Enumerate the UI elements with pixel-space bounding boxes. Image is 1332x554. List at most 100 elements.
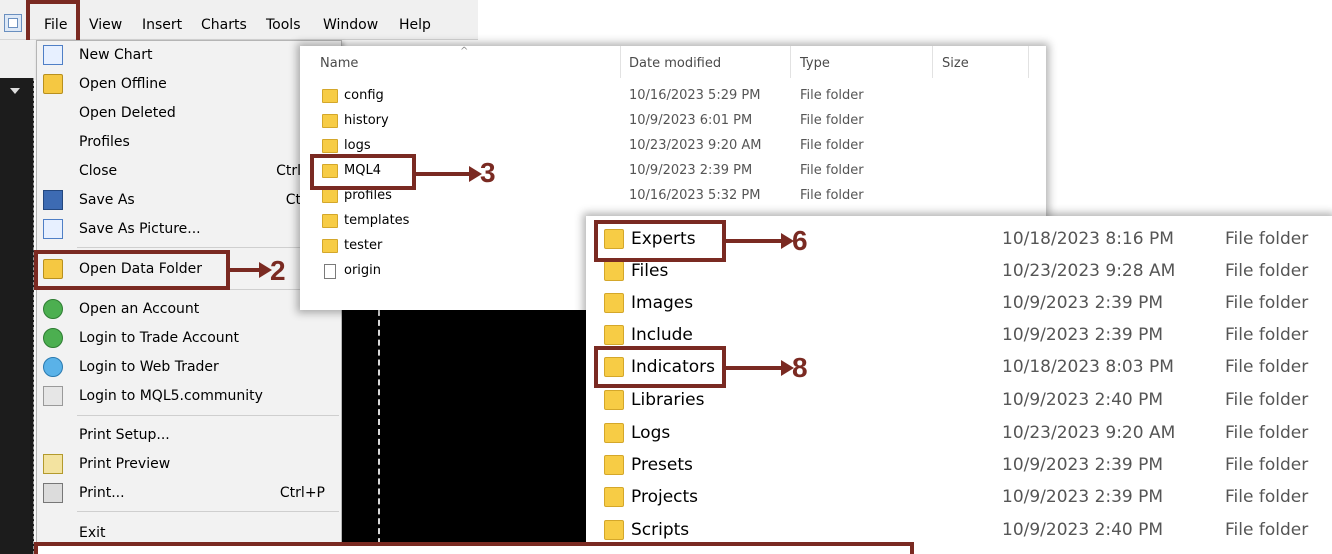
folder-icon — [604, 261, 624, 281]
file-date: 10/23/2023 9:20 AM — [1002, 423, 1176, 443]
menu-item-print-preview[interactable]: Print Preview — [37, 450, 343, 478]
printer-icon — [43, 483, 63, 503]
file-date: 10/16/2023 5:29 PM — [629, 88, 761, 103]
file-type: File folder — [1225, 229, 1309, 249]
menu-item-label: Close — [79, 163, 118, 179]
menu-tools[interactable]: Tools — [266, 16, 301, 34]
menu-item-label: Open an Account — [79, 301, 200, 317]
file-name: logs — [344, 138, 371, 153]
file-type: File folder — [800, 163, 864, 178]
arrow-step-3 — [416, 166, 482, 182]
menu-item-login-mql5[interactable]: Login to MQL5.community — [37, 382, 343, 410]
file-type: File folder — [800, 138, 864, 153]
arrow-step-2 — [230, 262, 272, 278]
column-separator[interactable] — [932, 46, 933, 78]
menu-item-save-as[interactable]: Save As Ct — [37, 186, 343, 214]
file-row-config[interactable]: config 10/16/2023 5:29 PM File folder — [300, 84, 1046, 109]
left-toolbar — [0, 40, 38, 80]
menu-item-label: Save As — [79, 192, 135, 208]
menu-item-save-as-picture[interactable]: Save As Picture... — [37, 215, 343, 243]
menu-item-profiles[interactable]: Profiles — [37, 128, 343, 156]
indicators-highlight — [594, 346, 726, 388]
chart-area — [342, 290, 588, 554]
menu-separator — [77, 511, 339, 512]
folder-row-images[interactable]: Images 10/9/2023 2:39 PM File folder — [586, 287, 1332, 319]
folder-icon — [604, 455, 624, 475]
file-name: config — [344, 88, 384, 103]
file-name: Libraries — [631, 390, 705, 410]
folder-row-projects[interactable]: Projects 10/9/2023 2:39 PM File folder — [586, 481, 1332, 513]
column-header-size[interactable]: Size — [942, 56, 969, 72]
mql4-highlight — [310, 154, 416, 190]
menu-item-new-chart[interactable]: New Chart — [37, 41, 343, 69]
column-separator[interactable] — [620, 46, 621, 78]
column-header-name[interactable]: Name — [320, 56, 358, 72]
file-name: history — [344, 113, 389, 128]
menu-item-login-web-trader[interactable]: Login to Web Trader — [37, 353, 343, 381]
file-date: 10/9/2023 2:40 PM — [1002, 390, 1164, 410]
step-number-8: 8 — [792, 352, 808, 383]
menu-item-label: Login to MQL5.community — [79, 388, 263, 404]
file-date: 10/9/2023 6:01 PM — [629, 113, 753, 128]
folder-icon — [322, 89, 338, 103]
file-date: 10/9/2023 2:39 PM — [1002, 455, 1164, 475]
file-date: 10/23/2023 9:20 AM — [629, 138, 762, 153]
collapse-icon[interactable] — [10, 88, 20, 94]
folder-icon — [322, 214, 338, 228]
file-type: File folder — [1225, 261, 1309, 281]
chart-period-separator — [378, 300, 380, 554]
arrow-step-8 — [726, 360, 794, 376]
folder-row-libraries[interactable]: Libraries 10/9/2023 2:40 PM File folder — [586, 384, 1332, 416]
text-file-icon — [324, 264, 336, 279]
menu-item-label: New Chart — [79, 47, 153, 63]
menu-help[interactable]: Help — [399, 16, 431, 34]
menu-item-label: Print Setup... — [79, 427, 170, 443]
file-row-history[interactable]: history 10/9/2023 6:01 PM File folder — [300, 109, 1046, 134]
menu-item-label: Login to Trade Account — [79, 330, 240, 346]
step-number-3: 3 — [480, 157, 496, 188]
menu-insert[interactable]: Insert — [142, 16, 182, 34]
file-name: Presets — [631, 455, 693, 475]
menu-item-print-setup[interactable]: Print Setup... — [37, 421, 343, 449]
menu-item-close[interactable]: Close Ctrl — [37, 157, 343, 185]
folder-icon — [322, 114, 338, 128]
column-separator[interactable] — [790, 46, 791, 78]
navigator-panel — [0, 78, 34, 554]
file-date: 10/9/2023 2:40 PM — [1002, 520, 1164, 540]
menu-item-label: Print Preview — [79, 456, 171, 472]
file-name: Scripts — [631, 520, 690, 540]
experts-highlight — [594, 220, 726, 262]
account-add-icon — [43, 299, 63, 319]
file-menu-dropdown: New Chart Open Offline Open Deleted Prof… — [36, 40, 342, 554]
window-icon[interactable] — [4, 14, 22, 32]
column-header-date[interactable]: Date modified — [629, 56, 721, 72]
menu-item-open-account[interactable]: Open an Account — [37, 295, 343, 323]
menu-item-shortcut: Ctrl+P — [279, 485, 325, 501]
menu-item-open-deleted[interactable]: Open Deleted — [37, 99, 343, 127]
folder-row-logs[interactable]: Logs 10/23/2023 9:20 AM File folder — [586, 417, 1332, 449]
folder-icon — [604, 293, 624, 313]
file-type: File folder — [1225, 520, 1309, 540]
folder-icon — [604, 423, 624, 443]
menu-view[interactable]: View — [89, 16, 122, 34]
folder-icon — [322, 239, 338, 253]
file-name: Logs — [631, 423, 671, 443]
file-date: 10/9/2023 2:39 PM — [629, 163, 753, 178]
file-type: File folder — [800, 188, 864, 203]
folder-icon — [604, 487, 624, 507]
menu-item-login-trade[interactable]: Login to Trade Account — [37, 324, 343, 352]
new-chart-icon — [43, 45, 63, 65]
file-date: 10/18/2023 8:03 PM — [1002, 357, 1174, 377]
file-type: File folder — [1225, 487, 1309, 507]
sort-ascending-icon: ^ — [460, 46, 469, 57]
file-date: 10/9/2023 2:39 PM — [1002, 487, 1164, 507]
folder-row-presets[interactable]: Presets 10/9/2023 2:39 PM File folder — [586, 449, 1332, 481]
file-name: Images — [631, 293, 694, 313]
file-name: tester — [344, 238, 383, 253]
column-separator[interactable] — [1028, 46, 1029, 78]
column-header-type[interactable]: Type — [800, 56, 830, 72]
menu-item-open-offline[interactable]: Open Offline — [37, 70, 343, 98]
menu-item-print[interactable]: Print... Ctrl+P — [37, 479, 343, 507]
menu-charts[interactable]: Charts — [201, 16, 247, 34]
menu-window[interactable]: Window — [323, 16, 378, 34]
